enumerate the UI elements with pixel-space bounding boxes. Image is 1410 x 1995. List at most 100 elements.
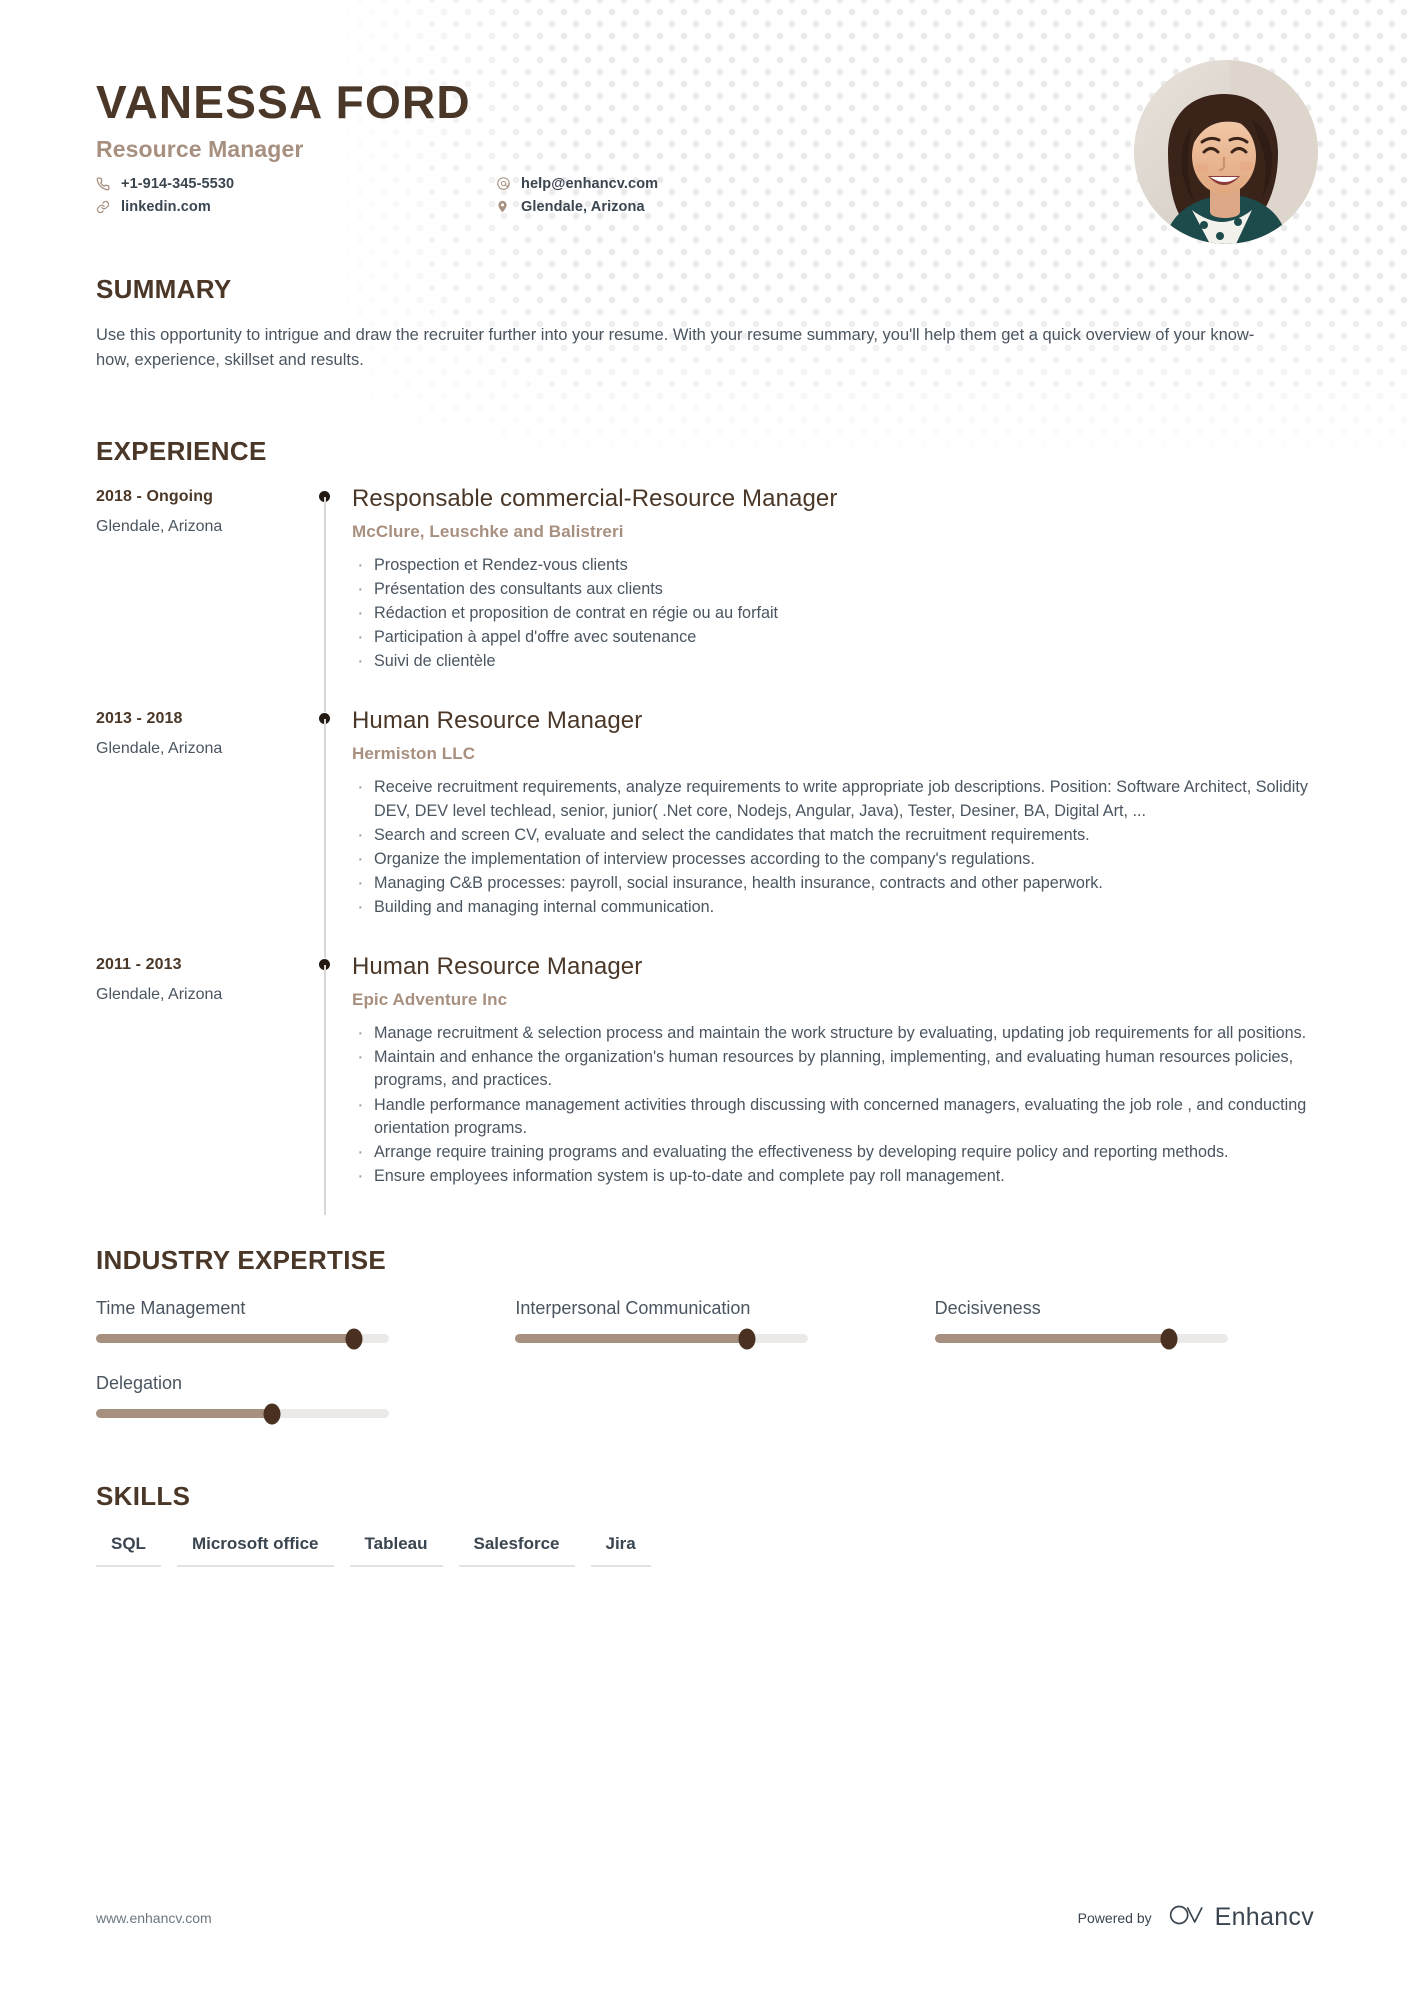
timeline-line [323, 496, 326, 713]
expertise-slider-knob[interactable] [1160, 1328, 1178, 1350]
experience-bullet: Maintain and enhance the organization's … [352, 1043, 1314, 1092]
experience-bullet: Arrange require training programs and ev… [352, 1138, 1314, 1167]
skill-tag[interactable]: Microsoft office [176, 1534, 334, 1568]
contact-phone[interactable]: +1-914-345-5530 [96, 176, 496, 192]
experience-meta: 2018 - Ongoing Glendale, Arizona [96, 486, 308, 709]
candidate-role: Resource Manager [96, 135, 304, 162]
experience-title: EXPERIENCE [96, 435, 267, 466]
experience-bullets: Receive recruitment requirements, analyz… [352, 773, 1314, 922]
experience-bullet: Handle performance management activities… [352, 1091, 1314, 1140]
experience-bullet: Suivi de clientèle [352, 647, 1314, 676]
skill-tag[interactable]: SQL [96, 1534, 161, 1568]
experience-bullet: Prospection et Rendez-vous clients [352, 551, 1314, 580]
summary-title: SUMMARY [96, 273, 232, 304]
experience-item: 2018 - Ongoing Glendale, Arizona Responsab… [96, 484, 1314, 713]
expertise-label: Time Management [96, 1298, 246, 1319]
experience-location: Glendale, Arizona [96, 740, 223, 758]
timeline-rail [308, 954, 352, 1223]
timeline-rail [308, 486, 352, 713]
experience-company: Hermiston LLC [352, 744, 476, 764]
experience-bullet: Search and screen CV, evaluate and selec… [352, 821, 1314, 850]
experience-dates: 2018 - Ongoing [96, 487, 213, 505]
expertise-slider[interactable] [934, 1328, 1228, 1350]
contact-linkedin-text: linkedin.com [121, 198, 211, 215]
experience-bullet: Receive recruitment requirements, analyz… [352, 773, 1314, 822]
skills-list: SQL Microsoft office Tableau Salesforce Jira [96, 1534, 1314, 1568]
skill-tag[interactable]: Jira [590, 1534, 651, 1568]
expertise-slider-fill [515, 1334, 747, 1344]
expertise-title: INDUSTRY EXPERTISE [96, 1245, 387, 1276]
skills-section: SKILLS SQL Microsoft office Tableau Salesfo… [96, 1481, 1314, 1568]
experience-bullets: Manage recruitment & selection process a… [352, 1019, 1314, 1191]
enhancv-wordmark: Enhancv [1214, 1903, 1314, 1931]
summary-section: SUMMARY Use this opportunity to intrigue… [96, 274, 1314, 373]
experience-job-title: Responsable commercial-Resource Manager [352, 484, 838, 512]
experience-company: McClure, Leuschke and Balistreri [352, 521, 624, 541]
experience-bullet: Building and managing internal communica… [352, 893, 1314, 922]
experience-bullet: Participation à appel d'offre avec soute… [352, 623, 1314, 652]
expertise-slider-knob[interactable] [738, 1328, 756, 1350]
experience-list: 2018 - Ongoing Glendale, Arizona Responsab… [96, 484, 1314, 1223]
link-icon [96, 200, 115, 214]
timeline-line [323, 965, 326, 1216]
expertise-item: Time Management [96, 1298, 475, 1350]
expertise-label: Decisiveness [934, 1298, 1041, 1319]
experience-bullet: Présentation des consultants aux clients [352, 575, 1314, 604]
expertise-grid: Time Management Interpersonal Communicati… [96, 1298, 1314, 1425]
experience-bullet: Organize the implementation of interview… [352, 845, 1314, 874]
experience-company: Epic Adventure Inc [352, 990, 508, 1010]
experience-bullets: Prospection et Rendez-vous clientsPrésen… [352, 551, 1314, 676]
phone-icon [96, 177, 115, 191]
expertise-section: INDUSTRY EXPERTISE Time Management Interp… [96, 1245, 1314, 1425]
experience-bullet: Ensure employees information system is u… [352, 1162, 1314, 1191]
footer-url[interactable]: www.enhancv.com [96, 1910, 212, 1926]
resume-header: VANESSA FORD Resource Manager +1-914-345… [96, 0, 1318, 244]
contact-info: +1-914-345-5530 help@enhancv.com linkedi… [96, 176, 1314, 215]
experience-bullet: Manage recruitment & selection process a… [352, 1019, 1314, 1048]
experience-section: EXPERIENCE 2018 - Ongoing Glendale, Arizo… [96, 436, 1314, 1223]
expertise-slider-fill [96, 1409, 272, 1419]
email-icon [496, 176, 515, 191]
timeline-line [323, 719, 326, 959]
expertise-item: Delegation [96, 1373, 475, 1425]
timeline-rail [308, 708, 352, 959]
expertise-slider[interactable] [96, 1328, 389, 1350]
expertise-slider-knob[interactable] [263, 1403, 281, 1425]
footer-brand-group: Powered by Enhancv [1078, 1902, 1314, 1933]
experience-location: Glendale, Arizona [96, 986, 223, 1004]
expertise-slider-fill [96, 1334, 354, 1344]
expertise-slider-knob[interactable] [345, 1328, 363, 1350]
contact-location-text: Glendale, Arizona [521, 198, 645, 215]
expertise-label: Interpersonal Communication [515, 1298, 751, 1319]
enhancv-logo-icon [1169, 1902, 1206, 1933]
resume-footer: www.enhancv.com Powered by Enhancv [96, 1902, 1314, 1933]
experience-item: 2011 - 2013 Glendale, Arizona Human Resour… [96, 953, 1314, 1223]
powered-by-label: Powered by [1077, 1909, 1152, 1926]
skills-title: SKILLS [96, 1481, 191, 1512]
skill-tag[interactable]: Salesforce [458, 1534, 575, 1568]
contact-phone-text: +1-914-345-5530 [121, 175, 235, 192]
enhancv-brand: Enhancv [1169, 1902, 1314, 1933]
skill-tag[interactable]: Tableau [349, 1534, 443, 1568]
experience-dates: 2013 - 2018 [96, 710, 183, 728]
location-icon [496, 199, 515, 214]
experience-bullet: Rédaction et proposition de contrat en r… [352, 599, 1314, 628]
contact-linkedin[interactable]: linkedin.com [96, 199, 496, 215]
experience-job-title: Human Resource Manager [352, 953, 643, 981]
expertise-item: Decisiveness [934, 1298, 1314, 1350]
experience-meta: 2011 - 2013 Glendale, Arizona [96, 954, 308, 1223]
contact-email-text: help@enhancv.com [521, 175, 659, 192]
experience-details: Human Resource Manager Epic Adventure Inc… [352, 953, 1314, 1223]
expertise-slider[interactable] [96, 1403, 389, 1425]
summary-body: Use this opportunity to intrigue and dra… [96, 325, 1255, 369]
experience-dates: 2011 - 2013 [96, 956, 182, 974]
candidate-name: VANESSA FORD [96, 76, 471, 128]
expertise-slider[interactable] [515, 1328, 809, 1350]
experience-meta: 2013 - 2018 Glendale, Arizona [96, 708, 308, 954]
experience-bullet: Managing C&B processes: payroll, social … [352, 869, 1314, 898]
expertise-item: Interpersonal Communication [515, 1298, 894, 1350]
experience-location: Glendale, Arizona [96, 517, 223, 535]
expertise-label: Delegation [96, 1373, 183, 1394]
expertise-slider-fill [934, 1334, 1170, 1344]
resume-page: VANESSA FORD Resource Manager +1-914-345… [0, 0, 1410, 1568]
